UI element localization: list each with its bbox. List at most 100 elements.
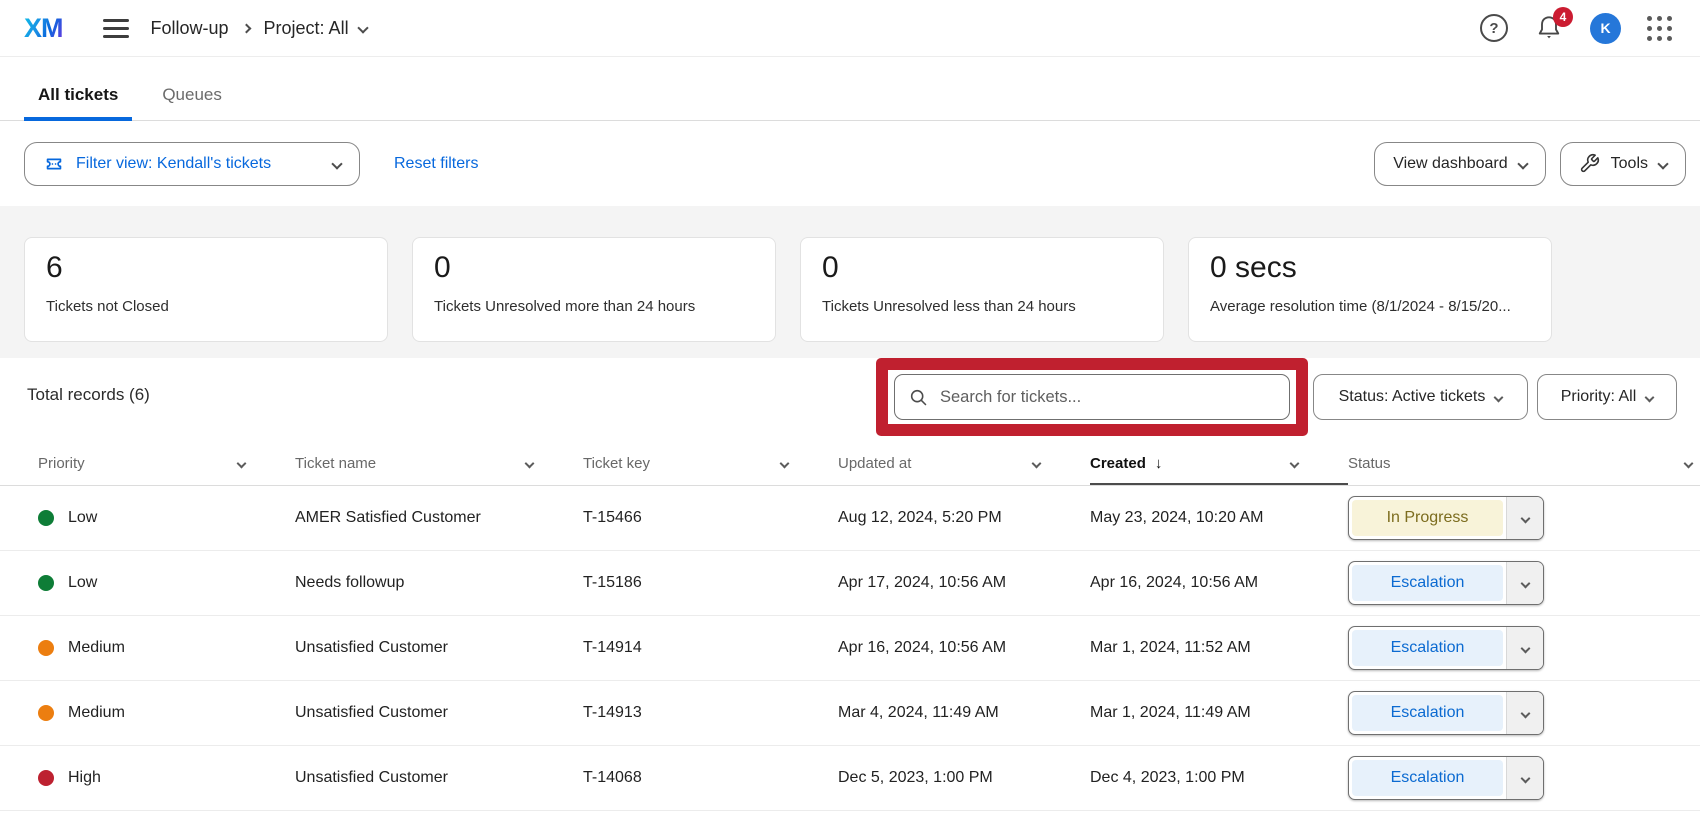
- ticket-key: T-14068: [583, 769, 838, 787]
- status-filter-dropdown[interactable]: Status: Active tickets: [1313, 374, 1528, 420]
- project-selector[interactable]: Project: All: [264, 18, 367, 39]
- column-header-ticket-key[interactable]: Ticket key: [583, 442, 838, 485]
- ticket-key: T-15186: [583, 574, 838, 592]
- stat-card-avg-resolution-time: 0 secs Average resolution time (8/1/2024…: [1188, 237, 1552, 342]
- search-input[interactable]: [940, 388, 1276, 407]
- column-header-status[interactable]: Status: [1348, 442, 1700, 485]
- ticket-name: Unsatisfied Customer: [295, 639, 583, 657]
- status-select[interactable]: Escalation: [1348, 561, 1544, 605]
- updated-at: Apr 16, 2024, 10:56 AM: [838, 639, 1090, 657]
- breadcrumb-page: Follow-up: [151, 18, 229, 39]
- table-controls-row: Total records (6) Status: Active tickets…: [0, 358, 1700, 442]
- topbar-actions: ? 4 K: [1480, 13, 1672, 44]
- updated-at: Dec 5, 2023, 1:00 PM: [838, 769, 1090, 787]
- hamburger-menu-icon[interactable]: [103, 19, 129, 38]
- chevron-down-icon: [1506, 627, 1543, 669]
- priority-dot-medium: [38, 640, 54, 656]
- status-select[interactable]: Escalation: [1348, 626, 1544, 670]
- ticket-name: AMER Satisfied Customer: [295, 509, 583, 527]
- breadcrumb: Follow-up Project: All: [151, 18, 367, 39]
- table-header-row: Priority Ticket name Ticket key Updated …: [0, 442, 1700, 486]
- chevron-down-icon: [1657, 158, 1668, 169]
- table-row[interactable]: High Unsatisfied Customer T-14068 Dec 5,…: [0, 746, 1700, 811]
- ticket-name: Needs followup: [295, 574, 583, 592]
- tab-queues[interactable]: Queues: [148, 85, 236, 120]
- status-filter-label: Status: Active tickets: [1339, 388, 1486, 406]
- filter-view-dropdown[interactable]: Filter view: Kendall's tickets: [24, 142, 360, 186]
- search-box: [894, 374, 1290, 420]
- status-badge: Escalation: [1352, 630, 1503, 666]
- created-at: Apr 16, 2024, 10:56 AM: [1090, 574, 1348, 592]
- stat-value: 0 secs: [1210, 251, 1530, 285]
- tab-all-tickets[interactable]: All tickets: [24, 85, 132, 120]
- reset-filters-link[interactable]: Reset filters: [394, 155, 478, 173]
- notifications-button[interactable]: 4: [1534, 13, 1564, 43]
- status-select[interactable]: In Progress: [1348, 496, 1544, 540]
- notification-count-badge: 4: [1553, 7, 1573, 27]
- priority-label: Medium: [68, 704, 125, 722]
- status-badge: Escalation: [1352, 565, 1503, 601]
- stat-value: 0: [434, 251, 754, 285]
- chevron-down-icon: [1517, 158, 1528, 169]
- priority-dot-medium: [38, 705, 54, 721]
- stat-value: 0: [822, 251, 1142, 285]
- chevron-down-icon: [1032, 459, 1042, 469]
- ticket-key: T-14913: [583, 704, 838, 722]
- priority-label: Low: [68, 574, 97, 592]
- xm-logo: XM: [24, 13, 63, 44]
- column-header-created-sorted[interactable]: Created↓: [1090, 442, 1348, 485]
- column-header-priority[interactable]: Priority: [38, 442, 295, 485]
- chevron-right-icon: [241, 23, 251, 33]
- column-header-updated-at[interactable]: Updated at: [838, 442, 1090, 485]
- table-row[interactable]: Medium Unsatisfied Customer T-14914 Apr …: [0, 616, 1700, 681]
- chevron-down-icon: [1494, 392, 1504, 402]
- tools-label: Tools: [1611, 155, 1648, 173]
- stat-label: Tickets Unresolved more than 24 hours: [434, 298, 754, 315]
- status-select[interactable]: Escalation: [1348, 691, 1544, 735]
- filter-view-label: Filter view: Kendall's tickets: [76, 155, 271, 173]
- priority-dot-high: [38, 770, 54, 786]
- status-select[interactable]: Escalation: [1348, 756, 1544, 800]
- stats-section: 6 Tickets not Closed 0 Tickets Unresolve…: [0, 206, 1700, 358]
- updated-at: Apr 17, 2024, 10:56 AM: [838, 574, 1090, 592]
- created-at: Dec 4, 2023, 1:00 PM: [1090, 769, 1348, 787]
- follow-up-page: XM Follow-up Project: All ? 4 K All: [0, 0, 1700, 834]
- priority-filter-label: Priority: All: [1561, 388, 1637, 406]
- created-at: Mar 1, 2024, 11:52 AM: [1090, 639, 1348, 657]
- wrench-icon: [1579, 153, 1600, 174]
- priority-label: High: [68, 769, 101, 787]
- chevron-down-icon: [1684, 459, 1694, 469]
- table-row[interactable]: Low Needs followup T-15186 Apr 17, 2024,…: [0, 551, 1700, 616]
- created-at: Mar 1, 2024, 11:49 AM: [1090, 704, 1348, 722]
- ticket-key: T-15466: [583, 509, 838, 527]
- chevron-down-icon: [525, 459, 535, 469]
- filter-bar: Filter view: Kendall's tickets Reset fil…: [0, 121, 1700, 206]
- ticket-name: Unsatisfied Customer: [295, 704, 583, 722]
- ticket-name: Unsatisfied Customer: [295, 769, 583, 787]
- chevron-down-icon: [1506, 692, 1543, 734]
- avatar[interactable]: K: [1590, 13, 1621, 44]
- stat-card-unresolved-less-24h: 0 Tickets Unresolved less than 24 hours: [800, 237, 1164, 342]
- priority-filter-dropdown[interactable]: Priority: All: [1537, 374, 1677, 420]
- table-row[interactable]: Medium Unsatisfied Customer T-14913 Mar …: [0, 681, 1700, 746]
- tools-dropdown[interactable]: Tools: [1560, 142, 1686, 186]
- updated-at: Mar 4, 2024, 11:49 AM: [838, 704, 1090, 722]
- top-navigation-bar: XM Follow-up Project: All ? 4 K: [0, 0, 1700, 57]
- chevron-down-icon: [331, 158, 342, 169]
- chevron-down-icon: [1290, 459, 1300, 469]
- chevron-down-icon: [1506, 562, 1543, 604]
- sort-descending-icon: ↓: [1155, 455, 1163, 472]
- chevron-down-icon: [1645, 392, 1655, 402]
- stat-label: Tickets not Closed: [46, 298, 366, 315]
- view-dashboard-dropdown[interactable]: View dashboard: [1374, 142, 1545, 186]
- status-badge: Escalation: [1352, 760, 1503, 796]
- red-highlight-annotation: [876, 358, 1308, 436]
- priority-label: Low: [68, 509, 97, 527]
- table-row[interactable]: Low AMER Satisfied Customer T-15466 Aug …: [0, 486, 1700, 551]
- column-header-ticket-name[interactable]: Ticket name: [295, 442, 583, 485]
- help-icon[interactable]: ?: [1480, 14, 1508, 42]
- chevron-down-icon: [237, 459, 247, 469]
- apps-grid-icon[interactable]: [1647, 16, 1672, 41]
- tab-bar: All tickets Queues: [0, 57, 1700, 121]
- status-badge: Escalation: [1352, 695, 1503, 731]
